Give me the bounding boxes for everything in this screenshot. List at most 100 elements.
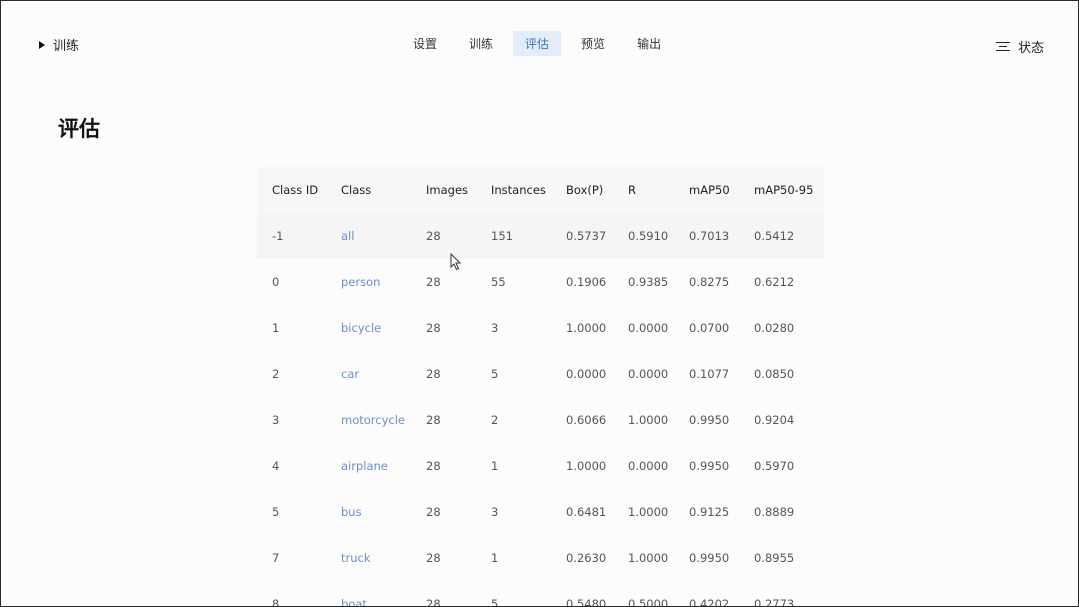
- cell-class[interactable]: airplane: [326, 443, 411, 489]
- cell-class-id: 7: [272, 551, 280, 565]
- cell-instances: 1: [491, 459, 499, 473]
- cell-class[interactable]: bicycle: [326, 305, 411, 351]
- column-header-images[interactable]: Images: [411, 167, 476, 213]
- cell-class-id: -1: [272, 229, 284, 243]
- cell-box-p: 1.0000: [566, 459, 607, 473]
- column-header-instances[interactable]: Instances: [476, 167, 551, 213]
- cell-box-p: 0.5737: [566, 229, 607, 243]
- cell-map50: 0.1077: [689, 367, 730, 381]
- cell-map50: 0.9950: [689, 551, 730, 565]
- cell-r: 0.0000: [628, 459, 669, 473]
- tab-evaluate[interactable]: 评估: [513, 31, 562, 56]
- cell-class-id: 1: [272, 321, 280, 335]
- cell-map50: 0.0700: [689, 321, 730, 335]
- tab-export[interactable]: 输出: [625, 31, 673, 56]
- cell-map50-95: 0.6212: [754, 275, 795, 289]
- cell-map50-95: 0.0280: [754, 321, 795, 335]
- table-row: 0 person 28 55 0.1906 0.9385 0.8275 0.62…: [257, 259, 824, 305]
- cell-images: 28: [426, 367, 441, 381]
- cell-instances: 55: [491, 275, 506, 289]
- cell-class-id: 2: [272, 367, 280, 381]
- cell-r: 0.0000: [628, 321, 669, 335]
- cell-map50-95: 0.5970: [754, 459, 795, 473]
- cell-r: 0.9385: [628, 275, 669, 289]
- cell-images: 28: [426, 505, 441, 519]
- cell-class[interactable]: bus: [326, 489, 411, 535]
- cell-class[interactable]: boat: [326, 581, 411, 606]
- cell-instances: 5: [491, 367, 499, 381]
- cell-images: 28: [426, 459, 441, 473]
- cell-map50-95: 0.0850: [754, 367, 795, 381]
- cell-instances: 1: [491, 551, 499, 565]
- mouse-cursor-icon: [450, 252, 462, 271]
- sidebar-toggle[interactable]: 训练: [39, 35, 79, 54]
- cell-class[interactable]: car: [326, 351, 411, 397]
- column-header-class[interactable]: Class: [326, 167, 411, 213]
- cell-images: 28: [426, 551, 441, 565]
- cell-map50: 0.9125: [689, 505, 730, 519]
- cell-r: 0.0000: [628, 367, 669, 381]
- tab-preview[interactable]: 预览: [569, 31, 617, 56]
- cell-map50: 0.9950: [689, 459, 730, 473]
- table-header-row: Class ID Class Images Instances Box(P) R…: [257, 167, 824, 213]
- cell-map50-95: 0.8889: [754, 505, 795, 519]
- table-row: 2 car 28 5 0.0000 0.0000 0.1077 0.0850: [257, 351, 824, 397]
- cell-class-id: 3: [272, 413, 280, 427]
- cell-images: 28: [426, 229, 441, 243]
- cell-class-id: 8: [272, 597, 280, 607]
- app-window: 训练 设置 训练 评估 预览 输出 状态 评估 Class ID Class I…: [0, 0, 1079, 607]
- column-header-map50[interactable]: mAP50: [674, 167, 739, 213]
- table-row: 3 motorcycle 28 2 0.6066 1.0000 0.9950 0…: [257, 397, 824, 443]
- cell-box-p: 0.0000: [566, 367, 607, 381]
- cell-box-p: 0.5480: [566, 597, 607, 607]
- column-header-r[interactable]: R: [613, 167, 674, 213]
- table-row: 5 bus 28 3 0.6481 1.0000 0.9125 0.8889: [257, 489, 824, 535]
- cell-map50-95: 0.2773: [754, 597, 795, 607]
- page-title: 评估: [58, 117, 100, 141]
- cell-images: 28: [426, 321, 441, 335]
- cell-class-id: 5: [272, 505, 280, 519]
- cell-box-p: 0.6481: [566, 505, 607, 519]
- cell-images: 28: [426, 413, 441, 427]
- table-row: 8 boat 28 5 0.5480 0.5000 0.4202 0.2773: [257, 581, 824, 607]
- status-button[interactable]: 状态: [995, 37, 1044, 56]
- table-row: 4 airplane 28 1 1.0000 0.0000 0.9950 0.5…: [257, 443, 824, 489]
- cell-class[interactable]: truck: [326, 535, 411, 581]
- cell-box-p: 0.2630: [566, 551, 607, 565]
- cell-box-p: 1.0000: [566, 321, 607, 335]
- sidebar-toggle-label: 训练: [53, 39, 80, 54]
- cell-box-p: 0.1906: [566, 275, 607, 289]
- column-header-class-id[interactable]: Class ID: [257, 167, 326, 213]
- table-row: 1 bicycle 28 3 1.0000 0.0000 0.0700 0.02…: [257, 305, 824, 351]
- column-header-map50-95[interactable]: mAP50-95: [739, 167, 824, 213]
- tab-settings[interactable]: 设置: [401, 31, 449, 56]
- cell-instances: 2: [491, 413, 499, 427]
- cell-r: 1.0000: [628, 505, 669, 519]
- cell-images: 28: [426, 597, 441, 607]
- cell-images: 28: [426, 275, 441, 289]
- table-row: -1 all 28 151 0.5737 0.5910 0.7013 0.541…: [257, 213, 824, 259]
- caret-right-icon: [39, 40, 45, 49]
- cell-map50: 0.4202: [689, 597, 730, 607]
- cell-map50-95: 0.5412: [754, 229, 795, 243]
- evaluation-table: Class ID Class Images Instances Box(P) R…: [257, 167, 824, 607]
- cell-class-id: 0: [272, 275, 280, 289]
- cell-class[interactable]: all: [326, 213, 411, 259]
- cell-r: 0.5910: [628, 229, 669, 243]
- cell-r: 0.5000: [628, 597, 669, 607]
- status-list-icon: [995, 41, 1010, 52]
- cell-r: 1.0000: [628, 413, 669, 427]
- cell-map50: 0.9950: [689, 413, 730, 427]
- top-bar: 训练 设置 训练 评估 预览 输出 状态: [1, 1, 1078, 81]
- status-label: 状态: [1017, 41, 1044, 56]
- column-header-box-p[interactable]: Box(P): [551, 167, 613, 213]
- nav-tabs: 设置 训练 评估 预览 输出: [401, 31, 673, 56]
- cell-instances: 3: [491, 321, 499, 335]
- cell-class[interactable]: person: [326, 259, 411, 305]
- cell-map50-95: 0.8955: [754, 551, 795, 565]
- cell-instances: 3: [491, 505, 499, 519]
- table-row: 7 truck 28 1 0.2630 1.0000 0.9950 0.8955: [257, 535, 824, 581]
- cell-class[interactable]: motorcycle: [326, 397, 411, 443]
- tab-train[interactable]: 训练: [457, 31, 505, 56]
- cell-instances: 151: [491, 229, 513, 243]
